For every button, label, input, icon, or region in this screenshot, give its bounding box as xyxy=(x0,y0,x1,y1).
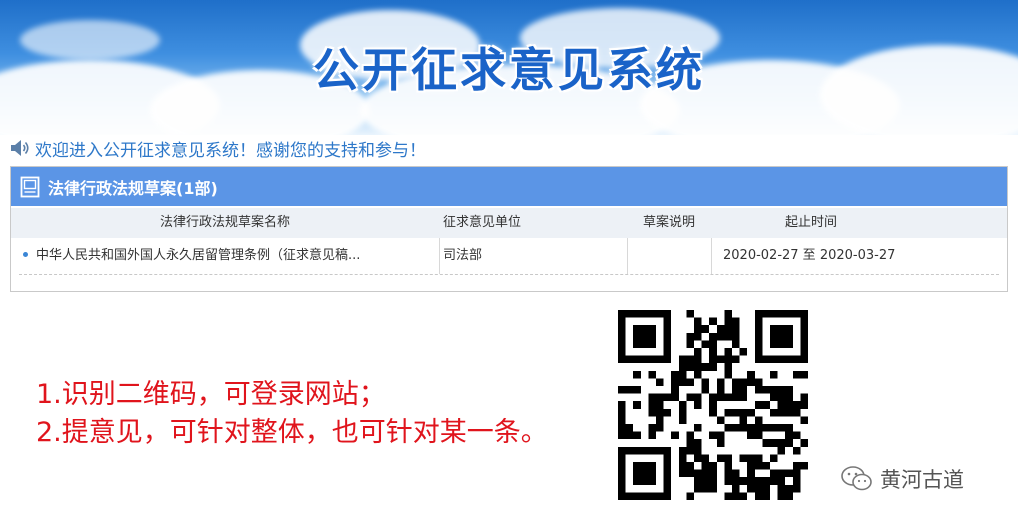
draft-note xyxy=(629,238,709,274)
column-header-note: 草案说明 xyxy=(642,215,695,230)
column-divider xyxy=(711,238,712,274)
draft-name-cell[interactable]: 中华人民共和国外国人永久居留管理条例（征求意见稿... xyxy=(11,238,439,274)
draft-unit: 司法部 xyxy=(443,248,483,263)
speaker-icon xyxy=(11,140,29,156)
draft-period: 2020-02-27 至 2020-03-27 xyxy=(723,248,896,263)
column-header-name: 法律行政法规草案名称 xyxy=(159,215,290,230)
panel-title: 法律行政法规草案(1部) xyxy=(48,178,218,198)
column-divider xyxy=(627,238,628,274)
qr-code[interactable] xyxy=(618,310,808,500)
page-title: 公开征求意见系统 xyxy=(313,43,705,97)
table-header: 法律行政法规草案名称 征求意见单位 草案说明 起止时间 xyxy=(11,208,1007,238)
header-banner: 公开征求意见系统 xyxy=(0,0,1018,135)
column-header-period: 起止时间 xyxy=(784,215,837,230)
table-row[interactable]: 中华人民共和国外国人永久居留管理条例（征求意见稿... 司法部 2020-02-… xyxy=(11,238,1007,274)
watermark-text: 黄河古道 xyxy=(880,468,964,492)
row-divider xyxy=(19,274,999,275)
welcome-bar: 欢迎进入公开征求意见系统！感谢您的支持和参与！ xyxy=(10,136,426,161)
bullet-icon xyxy=(23,252,28,257)
welcome-text: 欢迎进入公开征求意见系统！感谢您的支持和参与！ xyxy=(35,140,426,161)
draft-name-link[interactable]: 中华人民共和国外国人永久居留管理条例（征求意见稿... xyxy=(36,248,360,263)
column-divider xyxy=(439,238,440,274)
column-header-unit: 征求意见单位 xyxy=(443,215,522,230)
instruction-line-2: 2.提意见，可针对整体，也可针对某一条。 xyxy=(36,417,548,448)
panel-header: 法律行政法规草案(1部) xyxy=(11,167,1007,206)
document-icon xyxy=(20,176,40,197)
wechat-icon xyxy=(841,466,872,491)
wechat-watermark: 黄河古道 xyxy=(840,464,964,494)
instruction-line-1: 1.识别二维码，可登录网站； xyxy=(36,379,386,410)
drafts-panel: 法律行政法规草案(1部) 法律行政法规草案名称 征求意见单位 草案说明 起止时间… xyxy=(10,166,1008,292)
